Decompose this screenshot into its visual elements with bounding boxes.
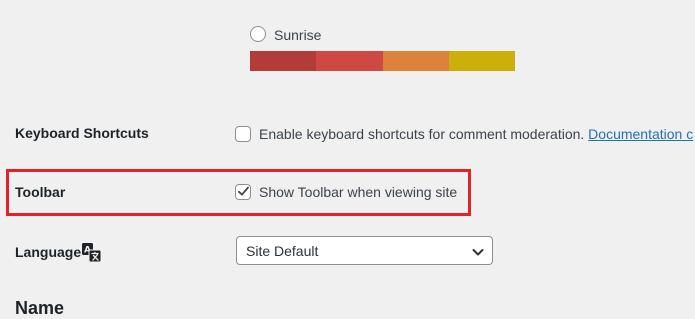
language-select-value: Site Default bbox=[246, 243, 319, 259]
sunrise-color-swatches[interactable] bbox=[250, 51, 515, 71]
chevron-down-icon bbox=[472, 245, 484, 261]
sunrise-radio-label[interactable]: Sunrise bbox=[274, 26, 321, 44]
color-swatch bbox=[250, 51, 317, 71]
language-select[interactable]: Site Default bbox=[236, 236, 493, 265]
translation-icon: A bbox=[82, 243, 102, 266]
language-label: Language bbox=[15, 244, 82, 260]
documentation-link[interactable]: Documentation c bbox=[588, 126, 693, 142]
toolbar-label: Toolbar bbox=[15, 184, 66, 200]
sunrise-radio[interactable] bbox=[250, 26, 266, 42]
color-swatch bbox=[382, 51, 449, 71]
color-swatch bbox=[448, 51, 515, 71]
color-swatch bbox=[316, 51, 383, 71]
keyboard-shortcuts-checkbox[interactable] bbox=[235, 126, 251, 142]
toolbar-checkbox[interactable] bbox=[235, 184, 251, 200]
keyboard-shortcuts-text: Enable keyboard shortcuts for comment mo… bbox=[259, 126, 585, 142]
keyboard-shortcuts-label: Keyboard Shortcuts bbox=[15, 125, 149, 141]
keyboard-shortcuts-checkbox-label[interactable]: Enable keyboard shortcuts for comment mo… bbox=[259, 125, 693, 143]
name-section-heading: Name bbox=[15, 298, 65, 318]
checkmark-icon bbox=[238, 186, 249, 196]
toolbar-checkbox-label[interactable]: Show Toolbar when viewing site bbox=[259, 183, 457, 201]
